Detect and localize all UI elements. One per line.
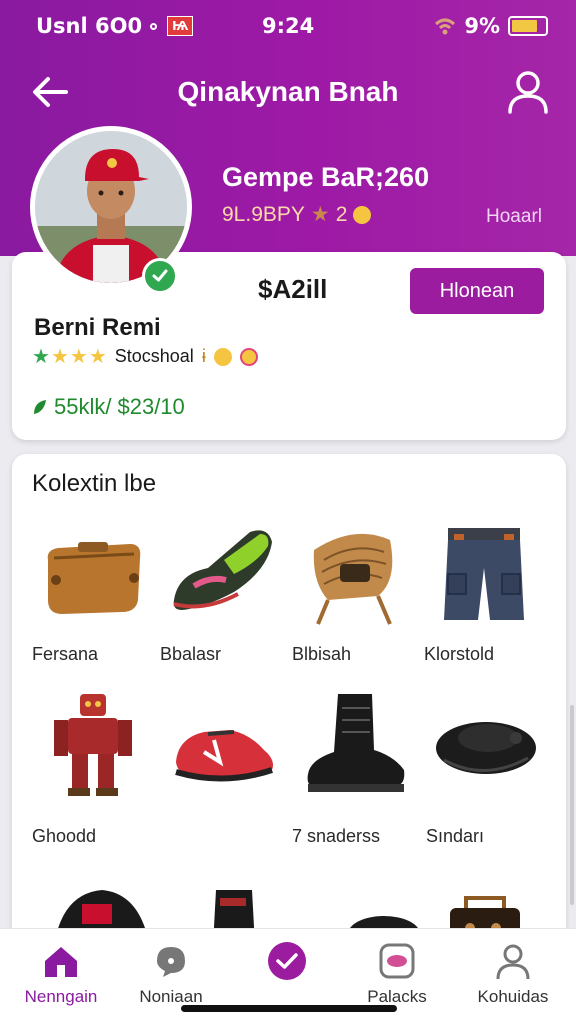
wifi-icon [435, 18, 456, 35]
collection-item-label: 7 snaderss [292, 826, 381, 846]
header-subtitle-text: 9L.9BPY [222, 202, 305, 226]
nav-label: Nenngain [24, 987, 98, 1006]
star-icon: ★ [88, 345, 107, 368]
collection-item[interactable] [424, 520, 554, 630]
rating-row: ★ ★ ★ ★ Stocshoal ɨ [32, 346, 258, 367]
nav-item-center[interactable] [232, 941, 342, 987]
robot-figure-icon [54, 694, 132, 796]
grin-emoji-icon [213, 347, 232, 366]
nav-item-profile[interactable]: Kohuidas [458, 941, 568, 1007]
sneaker-icon [173, 530, 272, 610]
status-bar: Usnl 6O0 Ѩ 9:24 9% [0, 0, 576, 56]
basket-chair-icon [313, 533, 393, 625]
collection-item[interactable] [164, 520, 294, 630]
verified-check-icon [142, 258, 178, 294]
media-icon [379, 943, 415, 979]
heart-emoji-icon [239, 347, 258, 366]
page-title: Qinakynan Bnah [177, 76, 399, 107]
nav-item-messages[interactable]: Noniaan [116, 941, 226, 1007]
collection-item-label: Klorstold [424, 644, 495, 664]
collection-item-label: Blbisah [292, 644, 352, 664]
collection-item-label: Sındarı [426, 826, 485, 846]
scrollbar[interactable] [570, 705, 574, 905]
collection-item[interactable] [164, 690, 294, 800]
rating-text: Stocshoal [114, 346, 194, 366]
header-link[interactable]: Hoaarl [486, 206, 542, 228]
stats-secondary: $23/10 [117, 394, 185, 419]
nav-item-home[interactable]: Nenngain [6, 941, 116, 1007]
leaf-icon [34, 400, 46, 414]
header-subtitle-extra: 2 [335, 202, 348, 226]
profile-price: $A2ill [258, 274, 328, 304]
star-icon: ★ [69, 345, 88, 368]
star-icon: ★ [50, 345, 69, 368]
nav-label: Palacks [367, 987, 427, 1006]
stats-row: 55klk/ $23/10 [32, 394, 185, 420]
star-icon: ★ [32, 345, 50, 368]
collection-card: Kolextin lbe Fersana Bbalasr Blbisah Klo… [12, 454, 566, 974]
section-title: Kolextin lbe [32, 470, 157, 497]
signal-dot-icon [150, 22, 158, 30]
follow-button[interactable]: Hlonean [410, 268, 544, 314]
collection-item[interactable] [294, 520, 424, 630]
running-shoe-icon [175, 730, 273, 782]
home-indicator[interactable] [181, 1005, 397, 1012]
collection-item-label: Bbalasr [160, 644, 222, 664]
check-circle-icon [268, 942, 306, 980]
leather-bag-icon [47, 542, 141, 614]
nav-item-palacks[interactable]: Palacks [342, 941, 452, 1007]
person-icon [496, 944, 530, 980]
combat-boot-icon [307, 694, 405, 792]
battery-percent: 9% [464, 14, 500, 38]
collection-item-label: Ghoodd [32, 826, 97, 846]
collection-item[interactable] [294, 690, 424, 800]
cargo-shorts-icon [444, 528, 524, 620]
status-time: 9:24 [262, 14, 315, 38]
black-pouch-icon [436, 722, 536, 774]
user-profile-icon[interactable] [506, 68, 550, 116]
stats-primary: 55klk/ [54, 394, 112, 419]
top-nav: Qinakynan Bnah [0, 64, 576, 120]
rating-extra: ɨ [201, 346, 206, 366]
user-name: Berni Remi [34, 314, 161, 341]
chat-icon [157, 947, 185, 977]
collection-item-label: Fersana [32, 644, 99, 664]
smile-emoji-icon [353, 205, 372, 224]
nav-label: Kohuidas [477, 987, 549, 1006]
sparkle-icon: ★ [310, 203, 330, 226]
header-subtitle: 9L.9BPY ★ 2 [222, 202, 372, 227]
carrier-text: Usnl 6O0 [36, 14, 143, 38]
header-name: Gempe BaR;260 [222, 162, 430, 192]
battery-icon [508, 16, 548, 36]
collection-item[interactable] [34, 520, 164, 630]
star-rating: ★ ★ ★ ★ [32, 347, 107, 367]
collection-item[interactable] [424, 690, 554, 800]
carrier-badge: Ѩ [167, 16, 194, 36]
home-icon [45, 947, 77, 977]
collection-item[interactable] [34, 690, 164, 800]
nav-label: Noniaan [139, 987, 203, 1006]
